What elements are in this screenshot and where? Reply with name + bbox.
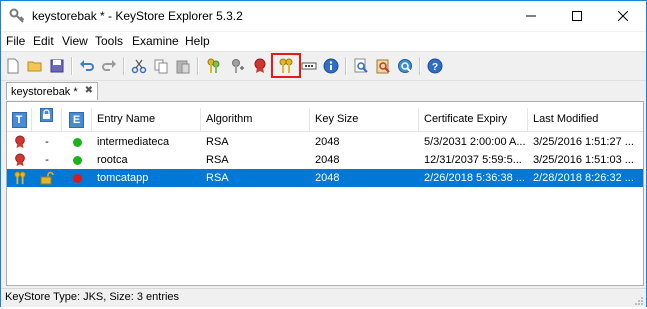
generate-secret-key-icon[interactable] — [227, 56, 247, 76]
highlight-box — [271, 53, 301, 78]
menu-file[interactable]: File — [6, 34, 25, 48]
table-row[interactable]: tomcatapp RSA 2048 2/26/2018 5:36:38 ...… — [7, 169, 643, 187]
close-button[interactable] — [600, 1, 646, 31]
column-entry-name[interactable]: Entry Name — [92, 108, 201, 131]
lock-icon — [40, 108, 53, 131]
window-title: keystorebak * - KeyStore Explorer 5.3.2 — [32, 9, 243, 23]
import-trusted-certificate-icon[interactable] — [250, 56, 270, 76]
minimize-button[interactable] — [508, 1, 554, 31]
column-lock-status[interactable] — [32, 108, 62, 131]
app-window: keystorebak * - KeyStore Explorer 5.3.2 … — [0, 0, 647, 307]
column-entry-type[interactable]: T — [7, 108, 32, 131]
properties-icon[interactable] — [321, 56, 341, 76]
save-icon[interactable] — [47, 56, 67, 76]
green-status-dot-icon — [72, 155, 82, 165]
column-key-size[interactable]: Key Size — [310, 108, 419, 131]
menu-tools[interactable]: Tools — [95, 34, 123, 48]
last-modified: 3/25/2016 1:51:27 ... — [533, 136, 634, 148]
copy-icon[interactable] — [151, 56, 171, 76]
examine-clipboard-icon[interactable] — [373, 56, 393, 76]
status-text: KeyStore Type: JKS, Size: 3 entries — [5, 291, 180, 303]
expiry-status — [62, 151, 92, 169]
paste-icon[interactable] — [173, 56, 193, 76]
svg-text:?: ? — [432, 62, 438, 73]
algorithm: RSA — [206, 154, 229, 166]
menu-examine[interactable]: Examine — [132, 34, 179, 48]
keystore-explorer-icon — [9, 8, 25, 24]
table-header: T E Entry Name Algorithm Key Size Certif… — [7, 108, 643, 132]
maximize-button[interactable] — [554, 1, 600, 31]
last-modified: 3/25/2016 1:51:03 ... — [533, 154, 634, 166]
lock-status: - — [45, 136, 49, 148]
entry-name: rootca — [97, 154, 128, 166]
certificate-expiry: 5/3/2031 2:00:00 A... — [424, 136, 526, 148]
table-row[interactable]: - intermediateca RSA 2048 5/3/2031 2:00:… — [7, 133, 643, 151]
key-pair-icon — [7, 169, 32, 187]
last-modified: 2/28/2018 8:26:32 ... — [533, 172, 634, 184]
certificate-icon — [7, 133, 32, 151]
resize-grip-icon[interactable] — [634, 295, 644, 305]
status-bar: KeyStore Type: JKS, Size: 3 entries — [1, 288, 646, 307]
key-size: 2048 — [315, 172, 340, 184]
certificate-expiry: 12/31/2037 5:59:5... — [424, 154, 522, 166]
undo-icon[interactable] — [77, 56, 97, 76]
menu-edit[interactable]: Edit — [33, 34, 54, 48]
menu-bar: File Edit View Tools Examine Help — [1, 32, 646, 51]
menu-view[interactable]: View — [62, 34, 88, 48]
help-icon[interactable]: ? — [425, 56, 445, 76]
redo-icon[interactable] — [99, 56, 119, 76]
certificate-expiry: 2/26/2018 5:36:38 ... — [424, 172, 525, 184]
expiry-letter-icon: E — [69, 111, 84, 128]
expiry-status — [62, 133, 92, 151]
toolbar: ? — [1, 51, 646, 81]
entry-name: intermediateca — [97, 136, 170, 148]
examine-file-icon[interactable] — [351, 56, 371, 76]
examine-ssl-icon[interactable] — [395, 56, 415, 76]
set-password-icon[interactable] — [299, 56, 319, 76]
key-size: 2048 — [315, 136, 340, 148]
generate-key-pair-icon[interactable] — [203, 56, 223, 76]
new-icon[interactable] — [3, 56, 23, 76]
tab-close-icon[interactable]: ✖ — [85, 85, 93, 96]
unlocked-icon — [32, 169, 62, 187]
red-status-dot-icon — [72, 173, 82, 183]
title-bar[interactable]: keystorebak * - KeyStore Explorer 5.3.2 — [1, 1, 646, 31]
table-row[interactable]: - rootca RSA 2048 12/31/2037 5:59:5... 3… — [7, 151, 643, 169]
menu-help[interactable]: Help — [185, 34, 210, 48]
certificate-icon — [7, 151, 32, 169]
type-letter-icon: T — [11, 111, 27, 128]
column-last-modified[interactable]: Last Modified — [528, 108, 643, 131]
keystore-table: T E Entry Name Algorithm Key Size Certif… — [6, 101, 644, 286]
algorithm: RSA — [206, 172, 229, 184]
tab-keystorebak[interactable]: keystorebak * ✖ — [6, 82, 98, 100]
green-status-dot-icon — [72, 137, 82, 147]
lock-status: - — [45, 154, 49, 166]
column-expiry-status[interactable]: E — [62, 108, 92, 131]
key-size: 2048 — [315, 154, 340, 166]
open-icon[interactable] — [25, 56, 45, 76]
algorithm: RSA — [206, 136, 229, 148]
expiry-status — [62, 169, 92, 187]
tab-bar: keystorebak * ✖ — [1, 81, 646, 102]
entry-name: tomcatapp — [97, 172, 149, 184]
column-algorithm[interactable]: Algorithm — [201, 108, 310, 131]
column-certificate-expiry[interactable]: Certificate Expiry — [419, 108, 528, 131]
cut-icon[interactable] — [129, 56, 149, 76]
tab-label: keystorebak * — [11, 85, 78, 98]
